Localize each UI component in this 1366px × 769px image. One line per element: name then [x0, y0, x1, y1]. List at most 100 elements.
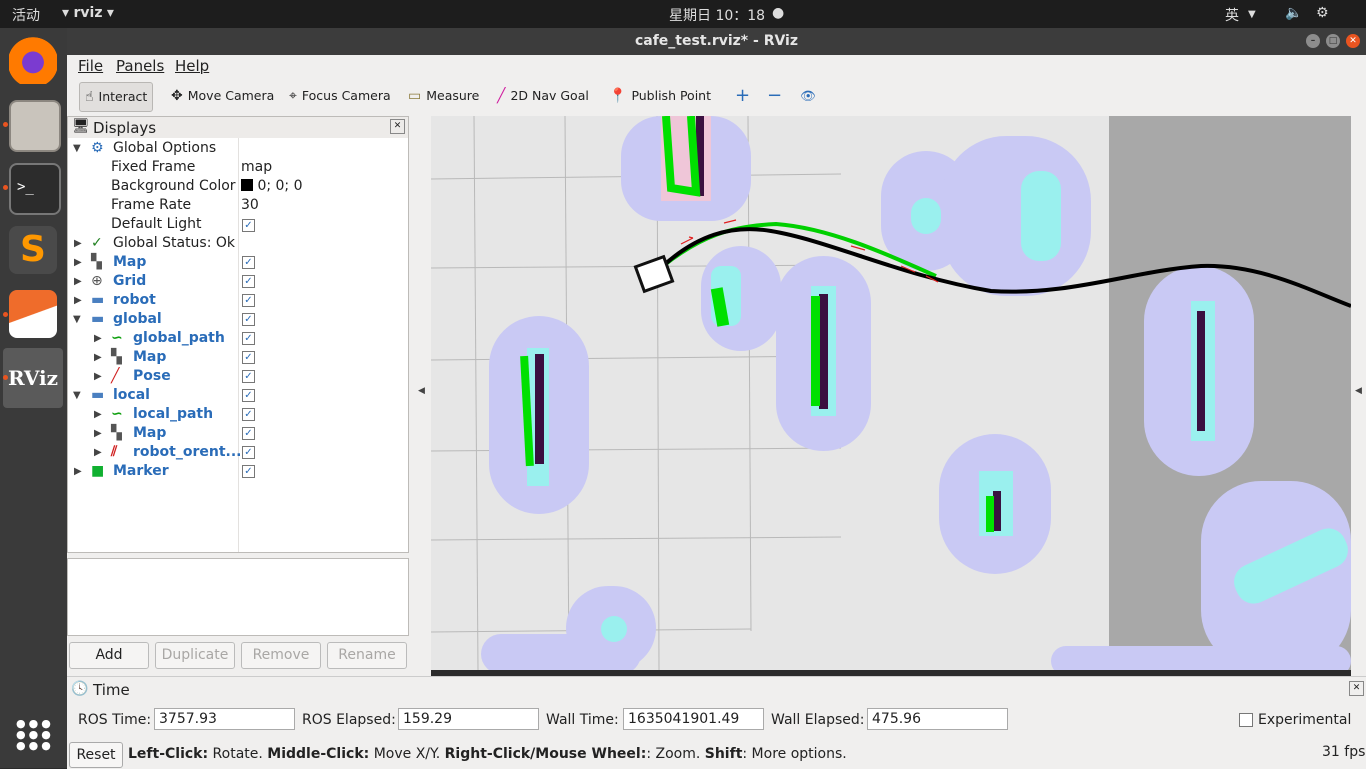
ros-time-field[interactable]: 3757.93 — [154, 708, 295, 730]
display-checkbox[interactable]: ✓ — [242, 465, 255, 478]
duplicate-button[interactable]: Duplicate — [155, 642, 235, 669]
system-top-bar: 活动 ▾ rviz ▾ 星期日 10：18 ● 英 ▼ 🔈 ⚙ — [0, 0, 1366, 28]
display-checkbox[interactable]: ✓ — [242, 294, 255, 307]
collapsed-arrow-icon: ▶ — [74, 295, 82, 306]
focus-camera-tool[interactable]: ⌖ Focus Camera — [284, 82, 396, 110]
tree-row-marker[interactable]: ▶ ■ Marker ✓ — [68, 462, 408, 481]
firefox-icon[interactable] — [9, 36, 57, 84]
tree-row-local-map[interactable]: ▶ ▚ Map ✓ — [68, 424, 408, 443]
path-icon: ∽ — [111, 406, 123, 422]
tree-row-robot-orent[interactable]: ▶ ⫽ robot_orent... ✓ — [68, 443, 408, 462]
map-icon: ▚ — [111, 425, 122, 441]
3d-view[interactable] — [431, 116, 1351, 670]
display-checkbox[interactable]: ✓ — [242, 389, 255, 402]
collapsed-arrow-icon: ▶ — [94, 371, 102, 382]
reset-button[interactable]: Reset — [69, 742, 123, 768]
remove-tool-button[interactable]: − — [762, 82, 787, 110]
app-menu[interactable]: ▾ rviz ▾ — [62, 5, 114, 21]
display-checkbox[interactable]: ✓ — [242, 370, 255, 383]
interact-tool[interactable]: ☝ Interact — [79, 82, 154, 112]
activities-button[interactable]: 活动 — [12, 5, 40, 25]
close-time-panel-button[interactable]: ✕ — [1349, 681, 1364, 696]
add-button[interactable]: Add — [69, 642, 149, 669]
tree-row-map[interactable]: ▶ ▚ Map ✓ — [68, 253, 408, 272]
default-light-checkbox[interactable]: ✓ — [242, 219, 255, 232]
tree-row-global-map[interactable]: ▶ ▚ Map ✓ — [68, 348, 408, 367]
files-icon[interactable] — [9, 100, 61, 152]
menu-file[interactable]: File — [78, 57, 103, 75]
remove-button[interactable]: Remove — [241, 642, 321, 669]
cube-icon: ■ — [91, 463, 105, 479]
rviz-icon[interactable]: RViz — [3, 348, 63, 408]
menu-help[interactable]: Help — [175, 57, 209, 75]
rename-button[interactable]: Rename — [327, 642, 407, 669]
tree-row-robot[interactable]: ▶ ▬ robot ✓ — [68, 291, 408, 310]
package-icon[interactable] — [9, 290, 57, 338]
display-checkbox[interactable]: ✓ — [242, 332, 255, 345]
wall-elapsed-field[interactable]: 475.96 — [867, 708, 1008, 730]
display-label: Map — [133, 425, 167, 441]
close-panel-button[interactable]: ✕ — [390, 119, 405, 134]
collapsed-arrow-icon: ▶ — [94, 447, 102, 458]
folder-icon: ▬ — [91, 292, 105, 308]
shift-key: Shift — [704, 746, 743, 762]
tree-row-grid[interactable]: ▶ ⊕ Grid ✓ — [68, 272, 408, 291]
status-help-text: Left-Click: Rotate. Middle-Click: Move X… — [128, 746, 847, 762]
experimental-checkbox[interactable] — [1239, 713, 1253, 727]
volume-icon[interactable]: 🔈 — [1285, 5, 1302, 21]
expanded-arrow-icon: ▼ — [73, 314, 81, 325]
collapse-right-icon[interactable]: ◀ — [1355, 386, 1362, 396]
experimental-label: Experimental — [1258, 712, 1352, 728]
menu-panels[interactable]: Panels — [116, 57, 164, 75]
tree-row-global[interactable]: ▼ ▬ global ✓ — [68, 310, 408, 329]
display-checkbox[interactable]: ✓ — [242, 408, 255, 421]
collapsed-arrow-icon: ▶ — [94, 409, 102, 420]
display-label: local_path — [133, 406, 214, 422]
map-icon: ▚ — [111, 349, 122, 365]
collapse-left-icon[interactable]: ◀ — [418, 386, 425, 396]
ros-elapsed-field[interactable]: 159.29 — [398, 708, 539, 730]
display-label: robot_orent... — [133, 444, 242, 460]
sublime-text-icon[interactable]: S — [9, 226, 57, 274]
display-checkbox[interactable]: ✓ — [242, 313, 255, 326]
window-title: cafe_test.rviz* - RViz — [634, 33, 799, 49]
frame-rate-value[interactable]: 30 — [241, 196, 259, 215]
system-menu-icon[interactable]: ⚙ — [1316, 5, 1329, 21]
background-color-value[interactable]: 0; 0; 0 — [241, 177, 303, 196]
display-checkbox[interactable]: ✓ — [242, 446, 255, 459]
wall-time-label: Wall Time: — [546, 712, 619, 728]
hand-icon: ☝ — [85, 89, 94, 105]
move-text: Move X/Y. — [369, 746, 445, 762]
publish-point-tool[interactable]: 📍 Publish Point — [604, 82, 716, 110]
clock-icon: 🕓 — [71, 681, 89, 697]
running-indicator — [3, 375, 8, 380]
maximize-button[interactable]: □ — [1326, 34, 1340, 48]
show-apps-icon[interactable]: ●●● ●●● ●●● — [16, 718, 54, 751]
measure-tool[interactable]: ▭ Measure — [403, 82, 484, 110]
add-tool-button[interactable]: + — [730, 82, 755, 110]
terminal-icon[interactable]: >_ — [9, 163, 61, 215]
tree-row-global-path[interactable]: ▶ ∽ global_path ✓ — [68, 329, 408, 348]
ros-time-label: ROS Time: — [78, 712, 152, 728]
minimize-button[interactable]: – — [1306, 34, 1320, 48]
tree-row-local[interactable]: ▼ ▬ local ✓ — [68, 386, 408, 405]
tree-row-pose[interactable]: ▶ ╱ Pose ✓ — [68, 367, 408, 386]
nav-goal-tool[interactable]: ╱ 2D Nav Goal — [492, 82, 594, 110]
ruler-icon: ▭ — [408, 88, 422, 104]
pose-array-icon: ⫽ — [111, 444, 118, 460]
fixed-frame-value[interactable]: map — [241, 158, 272, 177]
input-method[interactable]: 英 — [1225, 5, 1239, 25]
clock[interactable]: 星期日 10：18 — [669, 5, 765, 25]
move-camera-tool[interactable]: ✥ Move Camera — [166, 82, 279, 110]
tree-row-local-path[interactable]: ▶ ∽ local_path ✓ — [68, 405, 408, 424]
view-menu-button[interactable]: 👁 — [795, 82, 821, 110]
display-checkbox[interactable]: ✓ — [242, 351, 255, 364]
move-icon: ✥ — [171, 88, 183, 104]
display-checkbox[interactable]: ✓ — [242, 427, 255, 440]
collapsed-arrow-icon: ▶ — [74, 257, 82, 268]
display-checkbox[interactable]: ✓ — [242, 256, 255, 269]
wall-time-field[interactable]: 1635041901.49 — [623, 708, 764, 730]
collapsed-arrow-icon: ▶ — [94, 428, 102, 439]
close-button[interactable]: ✕ — [1346, 34, 1360, 48]
display-checkbox[interactable]: ✓ — [242, 275, 255, 288]
